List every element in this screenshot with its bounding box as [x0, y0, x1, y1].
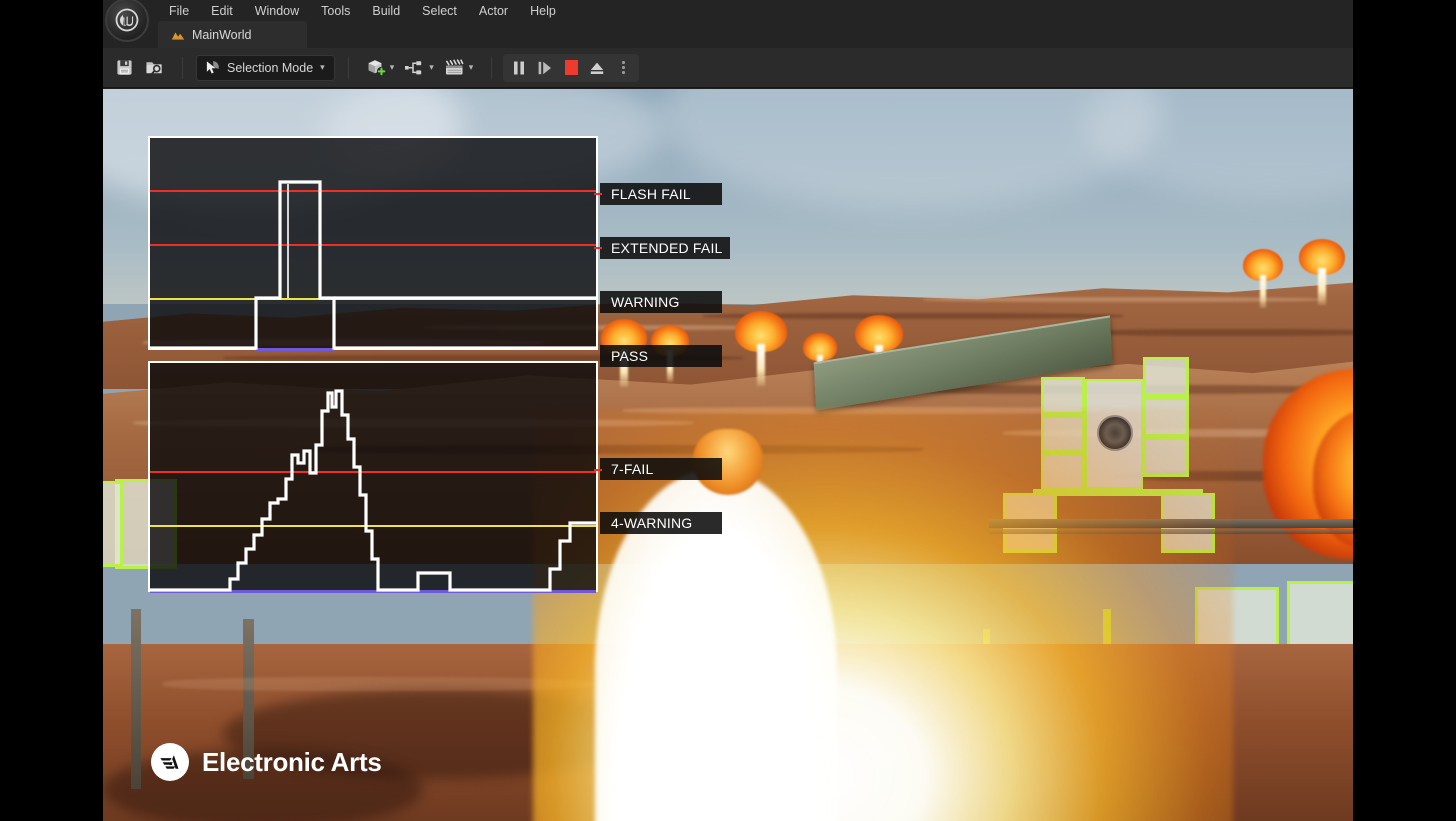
playback-controls: [503, 54, 639, 82]
label-text: 4-WARNING: [611, 515, 692, 531]
tab-strip: MainWorld: [158, 21, 307, 48]
toolbar-divider-2: [348, 57, 349, 79]
label-text: EXTENDED FAIL: [611, 240, 723, 256]
frame-step-icon: [537, 60, 553, 76]
unreal-engine-logo-icon[interactable]: [105, 0, 149, 42]
tab-label: MainWorld: [192, 28, 252, 42]
terrain-strata: [1083, 329, 1353, 336]
baseline-pass: [256, 348, 334, 351]
menu-item-actor[interactable]: Actor: [468, 1, 519, 21]
folder-search-icon: [145, 59, 164, 76]
flame-plume: [1243, 249, 1283, 303]
pause-button[interactable]: [506, 56, 532, 80]
flame-plume: [1299, 239, 1345, 299]
chart-top-series: [150, 138, 596, 348]
toolbar-file-group: [103, 48, 175, 87]
add-actor-cube-icon: [367, 59, 387, 77]
selection-cursor-icon: [205, 60, 220, 75]
blueprints-button[interactable]: ▾: [399, 54, 439, 82]
ea-logo-icon: [151, 743, 189, 781]
eject-button[interactable]: [584, 56, 610, 80]
pause-icon: [512, 60, 526, 76]
blueprint-node-icon: [404, 59, 426, 76]
floppy-disk-icon: [116, 59, 133, 76]
ea-watermark: Electronic Arts: [151, 743, 381, 781]
chart-label-4-warning: 4-WARNING: [600, 512, 722, 534]
save-button[interactable]: [109, 54, 139, 82]
level-icon: [171, 29, 185, 41]
chevron-down-icon: ▾: [320, 63, 325, 72]
toolbar-mode-group: Selection Mode ▾: [190, 48, 341, 87]
menu-bar: File Edit Window Tools Build Select Acto…: [103, 0, 1353, 48]
chart-label-pass: PASS: [600, 345, 722, 367]
chart-label-7-fail: 7-FAIL: [600, 458, 722, 480]
support-strut: [131, 609, 141, 789]
browse-button[interactable]: [139, 54, 169, 82]
unreal-editor-window: File Edit Window Tools Build Select Acto…: [103, 0, 1353, 821]
label-text: 7-FAIL: [611, 461, 653, 477]
chart-top-plot-area: [150, 138, 596, 348]
selection-mode-button[interactable]: Selection Mode ▾: [196, 55, 335, 81]
green-structure-panel: [1143, 357, 1189, 397]
chart-label-flash-fail: FLASH FAIL: [600, 183, 722, 205]
flame-plume: [735, 311, 787, 379]
chart-label-warning: WARNING: [600, 291, 722, 313]
chart-label-extended-fail: EXTENDED FAIL: [600, 237, 730, 259]
label-text: PASS: [611, 348, 648, 364]
toolbar-create-group: ▾ ▾: [356, 48, 485, 87]
menu-items: File Edit Window Tools Build Select Acto…: [158, 0, 567, 22]
stop-button[interactable]: [558, 56, 584, 80]
chart-bottom-plot-area: [150, 363, 596, 590]
selection-mode-label: Selection Mode: [227, 61, 313, 75]
toolbar-divider-1: [182, 57, 183, 79]
label-tick-extended-fail: [594, 247, 602, 249]
frame-step-button[interactable]: [532, 56, 558, 80]
tab-mainworld[interactable]: MainWorld: [158, 21, 307, 48]
menu-item-build[interactable]: Build: [361, 1, 411, 21]
screen-root: File Edit Window Tools Build Select Acto…: [0, 0, 1456, 821]
vertical-dots-icon: [622, 61, 625, 74]
level-viewport[interactable]: FLASH FAIL EXTENDED FAIL WARNING PASS 7-…: [103, 89, 1353, 821]
menu-item-edit[interactable]: Edit: [200, 1, 244, 21]
cinematics-button[interactable]: ▾: [439, 54, 479, 82]
label-tick-flash-fail: [594, 193, 602, 195]
chevron-down-icon: ▾: [390, 63, 395, 72]
chevron-down-icon: ▾: [469, 63, 474, 72]
add-actor-button[interactable]: ▾: [362, 54, 400, 82]
play-options-button[interactable]: [610, 56, 636, 80]
menu-item-tools[interactable]: Tools: [310, 1, 361, 21]
label-text: WARNING: [611, 294, 680, 310]
clapperboard-icon: [444, 59, 466, 77]
menu-item-window[interactable]: Window: [244, 1, 310, 21]
main-toolbar: Selection Mode ▾ ▾: [103, 48, 1353, 88]
menu-item-select[interactable]: Select: [411, 1, 468, 21]
ea-brand-text: Electronic Arts: [202, 747, 381, 778]
stop-icon: [565, 60, 578, 75]
label-text: FLASH FAIL: [611, 186, 691, 202]
green-container: [103, 481, 123, 567]
label-tick-7-fail: [594, 469, 602, 471]
chart-bottom-series: [150, 363, 596, 590]
ground-highlight: [163, 677, 593, 691]
eject-icon: [589, 60, 605, 76]
menu-item-file[interactable]: File: [158, 1, 200, 21]
telemetry-chart-bottom: [148, 361, 598, 592]
telemetry-chart-top: [148, 136, 598, 350]
toolbar-divider-3: [491, 57, 492, 79]
menu-item-help[interactable]: Help: [519, 1, 567, 21]
chevron-down-icon: ▾: [429, 63, 434, 72]
